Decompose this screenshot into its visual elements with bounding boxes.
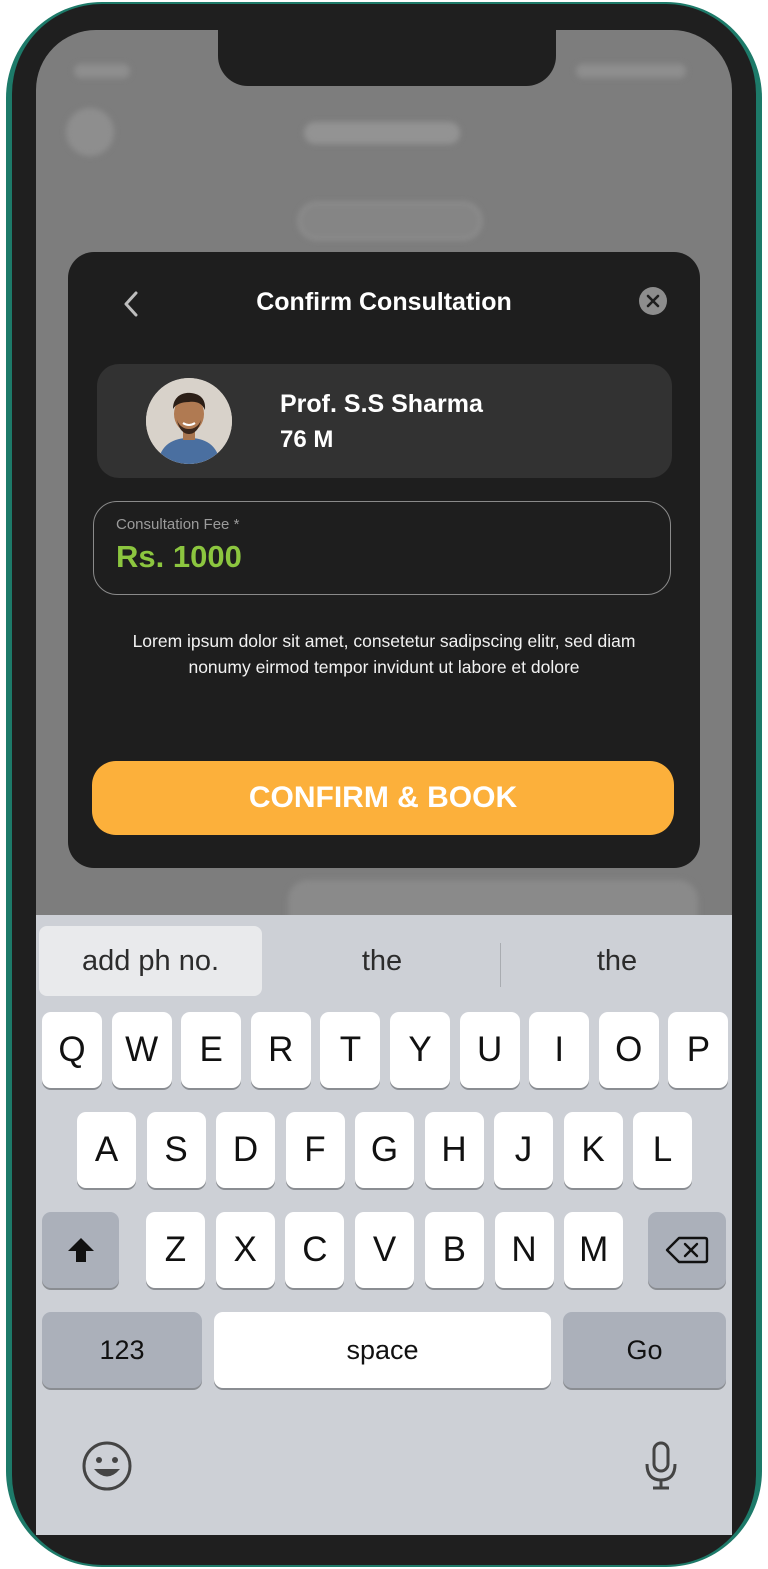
key-f[interactable]: F: [285, 1112, 345, 1188]
doctor-age-gender: 76 M: [280, 426, 334, 453]
key-d[interactable]: D: [216, 1112, 275, 1188]
emoji-icon[interactable]: [81, 1440, 133, 1497]
suggestion-2[interactable]: the: [266, 926, 498, 996]
microphone-icon[interactable]: [643, 1440, 679, 1497]
key-g[interactable]: G: [355, 1112, 414, 1188]
shift-icon: [67, 1238, 94, 1262]
suggestion-1[interactable]: add ph no.: [39, 926, 262, 996]
key-p[interactable]: P: [668, 1012, 729, 1088]
close-icon[interactable]: [639, 287, 667, 315]
background-status-left: [74, 64, 130, 78]
key-h[interactable]: H: [424, 1112, 484, 1188]
background-pill: [298, 202, 482, 240]
suggestion-3[interactable]: the: [502, 926, 732, 996]
background-status-right: [576, 64, 686, 78]
key-o[interactable]: O: [598, 1012, 659, 1088]
key-t[interactable]: T: [320, 1012, 381, 1088]
key-j[interactable]: J: [494, 1112, 553, 1188]
key-m[interactable]: M: [564, 1212, 624, 1288]
notch: [218, 30, 556, 86]
key-i[interactable]: I: [529, 1012, 590, 1088]
fee-label: Consultation Fee *: [116, 516, 240, 533]
description-text: Lorem ipsum dolor sit amet, consetetur s…: [132, 631, 636, 677]
go-key[interactable]: Go: [563, 1312, 726, 1388]
key-e[interactable]: E: [181, 1012, 242, 1088]
doctor-avatar: [146, 378, 232, 464]
fee-value: Rs. 1000: [116, 539, 242, 574]
key-k[interactable]: K: [563, 1112, 623, 1188]
key-n[interactable]: N: [494, 1212, 554, 1288]
key-v[interactable]: V: [355, 1212, 415, 1288]
numbers-key[interactable]: 123: [42, 1312, 202, 1388]
key-a[interactable]: A: [77, 1112, 136, 1188]
modal-title: Confirm Consultation: [256, 288, 512, 316]
doctor-name: Prof. S.S Sharma: [280, 390, 483, 418]
suggestion-divider: [500, 943, 501, 987]
backspace-icon: [665, 1236, 709, 1264]
key-y[interactable]: Y: [390, 1012, 450, 1088]
background-title: [304, 122, 460, 144]
key-u[interactable]: U: [459, 1012, 520, 1088]
backspace-key[interactable]: [648, 1212, 726, 1288]
confirm-book-button[interactable]: CONFIRM & BOOK: [92, 761, 674, 835]
key-r[interactable]: R: [250, 1012, 311, 1088]
key-b[interactable]: B: [424, 1212, 484, 1288]
key-q[interactable]: Q: [42, 1012, 102, 1088]
key-w[interactable]: W: [111, 1012, 172, 1088]
background-avatar: [66, 108, 114, 156]
key-x[interactable]: X: [215, 1212, 275, 1288]
key-z[interactable]: Z: [146, 1212, 205, 1288]
space-key[interactable]: space: [214, 1312, 551, 1388]
shift-key[interactable]: [42, 1212, 119, 1288]
key-s[interactable]: S: [146, 1112, 206, 1188]
key-c[interactable]: C: [285, 1212, 345, 1288]
key-l[interactable]: L: [633, 1112, 692, 1188]
